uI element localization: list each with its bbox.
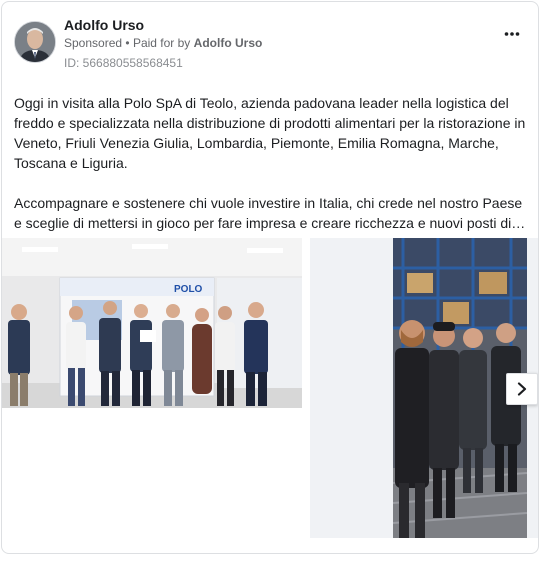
ad-card: Adolfo Urso Sponsored • Paid for by Adol…: [1, 1, 539, 554]
more-horizontal-icon: [504, 32, 520, 36]
more-options-button[interactable]: [504, 28, 520, 38]
post-paragraph-1: Oggi in visita alla Polo SpA di Teolo, a…: [14, 95, 526, 171]
payer-name: Adolfo Urso: [193, 36, 263, 50]
avatar-portrait-image: [15, 22, 55, 62]
carousel-next-button[interactable]: [506, 373, 538, 405]
meta-separator: •: [125, 36, 130, 50]
paid-for-label: Paid for by: [132, 36, 191, 50]
carousel-slide-2[interactable]: [310, 238, 538, 538]
post-body: Oggi in visita alla Polo SpA di Teolo, a…: [14, 93, 526, 233]
sponsored-line: Sponsored • Paid for by Adolfo Urso: [64, 36, 262, 50]
carousel-slide-1[interactable]: POLO: [2, 238, 302, 538]
author-name[interactable]: Adolfo Urso: [64, 17, 144, 33]
image-carousel[interactable]: POLO: [2, 238, 538, 538]
ad-id: ID: 566880558568451: [64, 56, 183, 70]
banner-sign-text: POLO: [174, 284, 203, 295]
avatar[interactable]: [14, 21, 56, 63]
sponsored-label: Sponsored: [64, 36, 123, 50]
group-photo-image: POLO: [2, 238, 302, 408]
chevron-right-icon: [517, 382, 527, 396]
post-paragraph-2: Accompagnare e sostenere chi vuole inves…: [14, 195, 526, 231]
